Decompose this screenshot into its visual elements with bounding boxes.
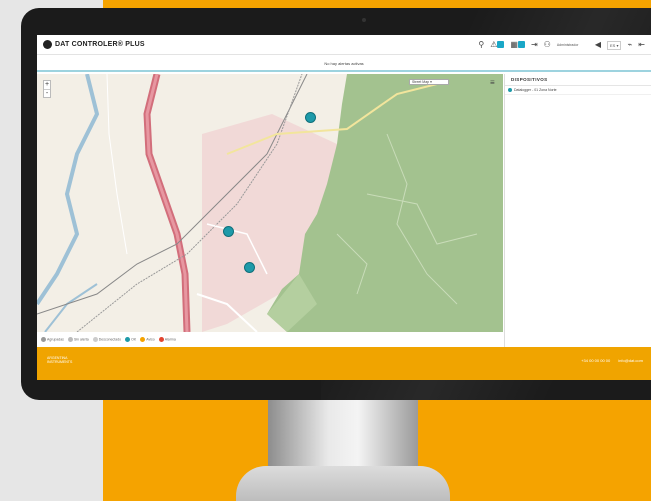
map-view[interactable]: + - Street Map ▾ (37, 74, 503, 332)
footer-contact: +34 00 00 00 00 info@dat.com (581, 358, 643, 363)
zoom-out-button[interactable]: - (44, 89, 50, 97)
legend-item: Desconectado (92, 337, 121, 342)
footer-phone[interactable]: +34 00 00 00 00 (581, 358, 610, 363)
device-marker[interactable] (223, 226, 234, 237)
export-icon[interactable]: ⇥ (531, 39, 538, 51)
panel-title: DISPOSITIVOS (511, 77, 548, 82)
menu-icon[interactable]: ≡ (490, 79, 495, 87)
legend-item: Agrupadas (41, 337, 64, 342)
monitor-base (236, 466, 450, 501)
zoom-control: + - (43, 80, 51, 98)
warning-icon[interactable]: ⚠ (490, 39, 505, 51)
device-marker[interactable] (305, 112, 316, 123)
footer-email[interactable]: info@dat.com (618, 358, 643, 363)
volume-icon[interactable]: ◀ (595, 39, 601, 51)
language-select[interactable]: ES ▾ (607, 40, 622, 50)
toolbar: ⚲ ⚠ ▦ ⇥ ⚇ Administrador ◀ ES ▾ ⌁ ⇤ (478, 39, 645, 51)
map-legend: Agrupadas Sin alerta Desconectado OK Avi… (37, 332, 503, 347)
status-dot-icon (508, 88, 512, 92)
pin-icon[interactable]: ⚲ (478, 39, 484, 51)
map-tiles (37, 74, 503, 332)
monitor-frame: DAT CONTROLER® PLUS ⚲ ⚠ ▦ ⇥ ⚇ Administra… (21, 8, 651, 400)
device-list-item[interactable]: Datalogger - 01 Zona Norte (505, 86, 651, 95)
device-label: Datalogger - 01 Zona Norte (514, 88, 557, 92)
logout-icon[interactable]: ⇤ (638, 39, 645, 51)
legend-item: Aviso (140, 337, 155, 342)
logo-icon (43, 40, 52, 49)
devices-panel: DISPOSITIVOS Datalogger - 01 Zona Norte (504, 74, 651, 347)
device-marker[interactable] (244, 262, 255, 273)
monitor-stand (268, 400, 418, 468)
panel-header: DISPOSITIVOS (505, 74, 651, 86)
app-screen: DAT CONTROLER® PLUS ⚲ ⚠ ▦ ⇥ ⚇ Administra… (37, 35, 651, 380)
alert-notice: No hay alertas activas (37, 56, 651, 72)
footer: ARGENTINA INSTRUMENTS +34 00 00 00 00 in… (37, 347, 651, 380)
map-layer-select[interactable]: Street Map ▾ (409, 79, 449, 85)
user-name[interactable]: Administrador (557, 43, 589, 47)
legend-item: Sin alerta (67, 337, 89, 342)
footer-logo: ARGENTINA INSTRUMENTS (47, 356, 73, 364)
legend-item: OK (125, 337, 136, 342)
top-bar: DAT CONTROLER® PLUS ⚲ ⚠ ▦ ⇥ ⚇ Administra… (37, 35, 651, 55)
legend-item: Alarma (158, 337, 176, 342)
zoom-in-button[interactable]: + (44, 81, 50, 89)
notification-icon[interactable]: ▦ (510, 39, 525, 51)
app-title: DAT CONTROLER® PLUS (55, 41, 145, 48)
signal-icon[interactable]: ⌁ (627, 39, 632, 51)
user-icon[interactable]: ⚇ (544, 39, 551, 51)
